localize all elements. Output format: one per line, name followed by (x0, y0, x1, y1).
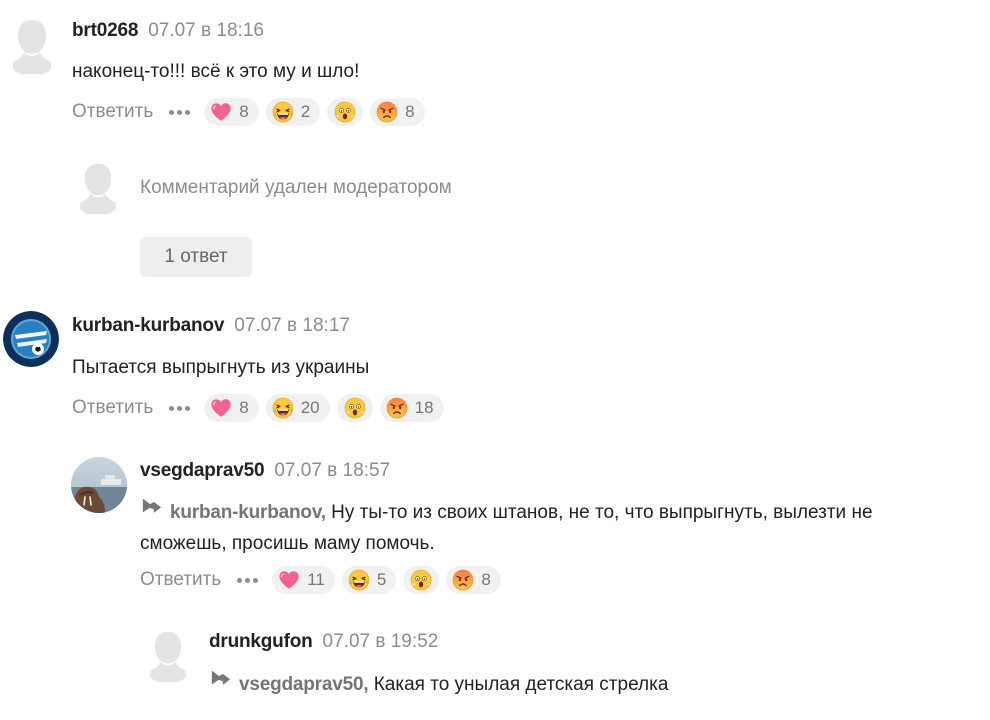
comment-meta: kurban-kurbanov 07.07 в 18:17 (72, 314, 350, 338)
default-avatar-icon[interactable] (2, 16, 62, 76)
comment-text-body: Какая то унылая детская стрелка (373, 674, 669, 696)
comment-text: kurban-kurbanov, Ну ты-то из своих штано… (140, 497, 873, 559)
comment-meta: vsegdaprav50 07.07 в 18:57 (140, 459, 390, 483)
zenit-logo-avatar-icon[interactable] (3, 311, 59, 367)
comment-text: Пытается выпрыгнуть из украины (72, 357, 370, 378)
more-options-icon[interactable] (237, 570, 259, 590)
default-avatar-icon[interactable] (140, 628, 196, 684)
reaction-angry[interactable]: 18 (379, 394, 444, 422)
reaction-count: 11 (307, 570, 325, 589)
comment-actions: Ответить 8 20 18 (72, 393, 451, 423)
reaction-heart[interactable]: 8 (204, 98, 259, 126)
comment-meta: drunkgufon 07.07 в 19:52 (209, 630, 438, 654)
reaction-count: 8 (405, 102, 415, 121)
reaction-count: 8 (481, 570, 491, 589)
comment-vsegdaprav50: vsegdaprav50 07.07 в 18:57 kurban-kurbano… (0, 445, 990, 605)
comment-meta: brt0268 07.07 в 18:16 (72, 19, 264, 43)
angry-face-icon (452, 569, 474, 591)
reaction-count: 5 (376, 570, 387, 589)
comment-text-line-2: сможешь, просишь маму помочь. (140, 533, 435, 554)
comment-text: наконец-то!!! всё к это му и шло! (72, 61, 360, 82)
laughing-face-icon (272, 101, 294, 123)
username[interactable]: kurban-kurbanov (72, 315, 224, 336)
shocked-face-icon (344, 397, 366, 419)
timestamp[interactable]: 07.07 в 18:16 (148, 20, 264, 41)
reaction-count: 8 (239, 398, 249, 417)
comment-drunkgufon: drunkgufon 07.07 в 19:52 vsegdaprav50, Ка… (0, 615, 990, 720)
reply-button[interactable]: Ответить (72, 101, 153, 123)
reaction-count: 2 (300, 102, 311, 121)
username[interactable]: drunkgufon (209, 631, 313, 652)
replies-button[interactable]: 1 ответ (140, 237, 252, 277)
comment-actions: Ответить 11 5 8 (140, 565, 508, 595)
reaction-heart[interactable]: 8 (204, 394, 259, 422)
angry-face-icon (386, 397, 408, 419)
reaction-count: 20 (300, 398, 320, 417)
username[interactable]: vsegdaprav50 (140, 460, 265, 481)
timestamp[interactable]: 07.07 в 18:17 (234, 315, 350, 336)
laughing-face-icon (348, 569, 370, 591)
reply-mention[interactable]: kurban-kurbanov, (170, 502, 326, 523)
laughing-face-icon (272, 397, 294, 419)
reaction-angry[interactable]: 8 (370, 98, 425, 126)
comment-kurban-kurbanov: kurban-kurbanov 07.07 в 18:17 Пытается вы… (0, 300, 990, 440)
more-options-icon[interactable] (169, 398, 191, 418)
reaction-shock[interactable] (336, 394, 373, 422)
reply-arrow-icon (140, 495, 164, 527)
comment-text: vsegdaprav50, Какая то унылая детская ст… (209, 669, 668, 701)
reaction-shock[interactable] (403, 566, 440, 594)
username[interactable]: brt0268 (72, 20, 138, 41)
comment-deleted: Комментарий удален модератором 1 ответ (0, 150, 990, 290)
heart-icon (210, 101, 232, 123)
reply-arrow-icon (209, 667, 233, 699)
reply-mention[interactable]: vsegdaprav50, (239, 674, 369, 695)
comment-brt0268: brt0268 07.07 в 18:16 наконец-то!!! всё к… (0, 0, 990, 140)
default-avatar-icon (70, 160, 126, 216)
reaction-heart[interactable]: 11 (272, 566, 335, 594)
reply-button[interactable]: Ответить (140, 569, 221, 591)
reaction-angry[interactable]: 8 (446, 566, 501, 594)
comment-actions: Ответить 8 2 8 (72, 97, 432, 127)
shocked-face-icon (410, 569, 432, 591)
reaction-laugh[interactable]: 5 (341, 566, 397, 594)
more-options-icon[interactable] (169, 102, 191, 122)
timestamp[interactable]: 07.07 в 19:52 (323, 631, 439, 652)
reaction-laugh[interactable]: 20 (265, 394, 330, 422)
timestamp[interactable]: 07.07 в 18:57 (274, 460, 390, 481)
shocked-face-icon (334, 101, 356, 123)
reaction-count: 8 (239, 102, 249, 121)
heart-icon (210, 397, 232, 419)
reaction-shock[interactable] (327, 98, 364, 126)
walrus-photo-avatar-icon[interactable] (71, 457, 127, 513)
comment-text-line-1: Ну ты-то из своих штанов, не то, что вып… (331, 502, 873, 524)
reaction-count: 18 (414, 398, 434, 417)
reaction-laugh[interactable]: 2 (265, 98, 321, 126)
angry-face-icon (376, 101, 398, 123)
reply-button[interactable]: Ответить (72, 397, 153, 419)
deleted-comment-text: Комментарий удален модератором (140, 177, 452, 198)
heart-icon (278, 569, 300, 591)
